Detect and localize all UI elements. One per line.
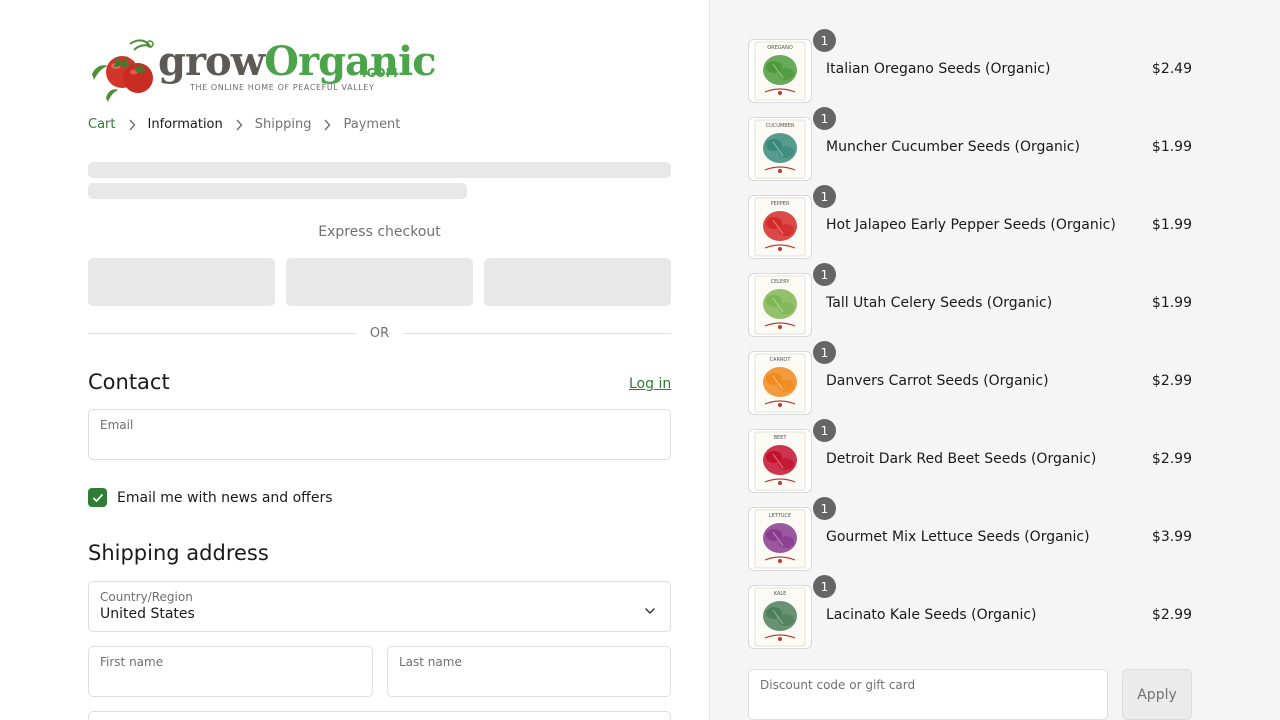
quantity-badge: 1	[813, 419, 836, 442]
cart-item-price: $2.99	[1151, 373, 1192, 389]
last-name-field[interactable]: Last name	[387, 646, 671, 697]
packet-label: OREGANO	[767, 45, 793, 51]
logo-dotcom: .COM	[362, 66, 398, 80]
email-field[interactable]: Email	[88, 409, 671, 460]
email-field-label: Email	[100, 418, 134, 432]
seed-packet-image: BEET	[748, 429, 812, 493]
cart-item: CUCUMBER 1 Muncher Cucumber Seeds (Organic…	[748, 107, 1192, 181]
apply-discount-button[interactable]: Apply	[1122, 669, 1192, 720]
packet-label: BEET	[774, 435, 788, 441]
divider-line	[88, 332, 356, 334]
seed-packet-image: OREGANO	[748, 39, 812, 103]
cart-item: LETTUCE 1 Gourmet Mix Lettuce Seeds (Organ…	[748, 497, 1192, 571]
checkmark-icon	[92, 493, 103, 502]
quantity-badge: 1	[813, 575, 836, 598]
cart-item-price: $2.99	[1151, 607, 1192, 623]
cart-item: PEPPER 1 Hot Jalapeo Early Pepper Seeds (O…	[748, 185, 1192, 259]
seed-packet-image: CUCUMBER	[748, 117, 812, 181]
cart-item-name: Tall Utah Celery Seeds (Organic)	[826, 295, 1053, 311]
cart-item-name: Lacinato Kale Seeds (Organic)	[826, 607, 1037, 623]
newsletter-checkbox[interactable]	[88, 488, 107, 507]
cart-item: CARROT 1 Danvers Carrot Seeds (Organic) $2.…	[748, 341, 1192, 415]
quantity-badge: 1	[813, 29, 836, 52]
express-checkout-button[interactable]	[484, 258, 671, 306]
first-name-field-label: First name	[100, 655, 164, 669]
seed-packet-image: CELERY	[748, 273, 812, 337]
seed-packet-image: CARROT	[748, 351, 812, 415]
loading-skeleton-line	[88, 183, 467, 199]
chevron-right-icon	[127, 118, 137, 132]
divider-line	[403, 332, 672, 334]
cart-item-name: Italian Oregano Seeds (Organic)	[826, 61, 1051, 77]
site-logo[interactable]: growOrganic .COM THE ONLINE HOME OF PEAC…	[88, 36, 437, 102]
cart-item-name: Gourmet Mix Lettuce Seeds (Organic)	[826, 529, 1090, 545]
cart-item-price: $2.49	[1151, 61, 1192, 77]
cart-item-name: Hot Jalapeo Early Pepper Seeds (Organic)	[826, 217, 1116, 233]
checkout-main-panel: growOrganic .COM THE ONLINE HOME OF PEAC…	[0, 0, 710, 720]
packet-label: KALE	[774, 591, 787, 597]
packet-label: CELERY	[771, 279, 791, 285]
cart-item-price: $2.99	[1151, 451, 1192, 467]
quantity-badge: 1	[813, 497, 836, 520]
seed-packet-image: KALE	[748, 585, 812, 649]
cart-item: CELERY 1 Tall Utah Celery Seeds (Organic) $…	[748, 263, 1192, 337]
address-field[interactable]	[88, 711, 671, 720]
breadcrumb-information: Information	[147, 117, 223, 132]
quantity-badge: 1	[813, 107, 836, 130]
loading-skeleton-line	[88, 162, 671, 178]
login-link[interactable]: Log in	[629, 376, 671, 392]
cart-item-name: Danvers Carrot Seeds (Organic)	[826, 373, 1049, 389]
express-checkout-button[interactable]	[88, 258, 275, 306]
shipping-address-heading: Shipping address	[88, 541, 269, 565]
cart-item-name: Muncher Cucumber Seeds (Organic)	[826, 139, 1080, 155]
cart-item-price: $1.99	[1151, 295, 1192, 311]
logo-tagline: THE ONLINE HOME OF PEACEFUL VALLEY	[190, 83, 375, 92]
cart-item-price: $3.99	[1151, 529, 1192, 545]
or-label: OR	[369, 325, 390, 341]
order-summary-panel: OREGANO 1 Italian Oregano Seeds (Organic) $…	[710, 0, 1280, 720]
cart-item-price: $1.99	[1151, 217, 1192, 233]
country-select[interactable]: Country/Region United States	[88, 581, 671, 632]
cart-item-price: $1.99	[1151, 139, 1192, 155]
chevron-right-icon	[234, 118, 244, 132]
discount-code-field[interactable]: Discount code or gift card	[748, 669, 1108, 720]
first-name-field[interactable]: First name	[88, 646, 373, 697]
country-select-label: Country/Region	[100, 590, 193, 604]
breadcrumb-cart[interactable]: Cart	[88, 117, 116, 132]
packet-label: CUCUMBER	[766, 123, 795, 129]
breadcrumb: Cart Information Shipping Payment	[88, 117, 400, 132]
cart-item: BEET 1 Detroit Dark Red Beet Seeds (Organi…	[748, 419, 1192, 493]
chevron-right-icon	[322, 118, 332, 132]
express-checkout-title: Express checkout	[318, 224, 441, 240]
quantity-badge: 1	[813, 185, 836, 208]
cart-item-name: Detroit Dark Red Beet Seeds (Organic)	[826, 451, 1097, 467]
chevron-down-icon	[644, 600, 656, 619]
contact-heading: Contact	[88, 370, 170, 394]
discount-code-label: Discount code or gift card	[760, 678, 916, 692]
quantity-badge: 1	[813, 263, 836, 286]
newsletter-option[interactable]: Email me with news and offers	[88, 488, 333, 507]
country-select-value: United States	[100, 606, 195, 622]
tomato-icon	[92, 39, 154, 102]
or-divider: OR	[88, 324, 672, 342]
breadcrumb-shipping: Shipping	[254, 117, 312, 132]
breadcrumb-payment: Payment	[343, 117, 401, 132]
cart-item: OREGANO 1 Italian Oregano Seeds (Organic) $…	[748, 29, 1192, 103]
packet-label: LETTUCE	[769, 513, 791, 519]
last-name-field-label: Last name	[399, 655, 462, 669]
packet-label: CARROT	[770, 357, 792, 363]
express-checkout-button[interactable]	[286, 258, 473, 306]
cart-item: KALE 1 Lacinato Kale Seeds (Organic) $2.99	[748, 575, 1192, 649]
newsletter-label: Email me with news and offers	[117, 489, 333, 506]
seed-packet-image: PEPPER	[748, 195, 812, 259]
quantity-badge: 1	[813, 341, 836, 364]
packet-label: PEPPER	[771, 201, 790, 207]
seed-packet-image: LETTUCE	[748, 507, 812, 571]
